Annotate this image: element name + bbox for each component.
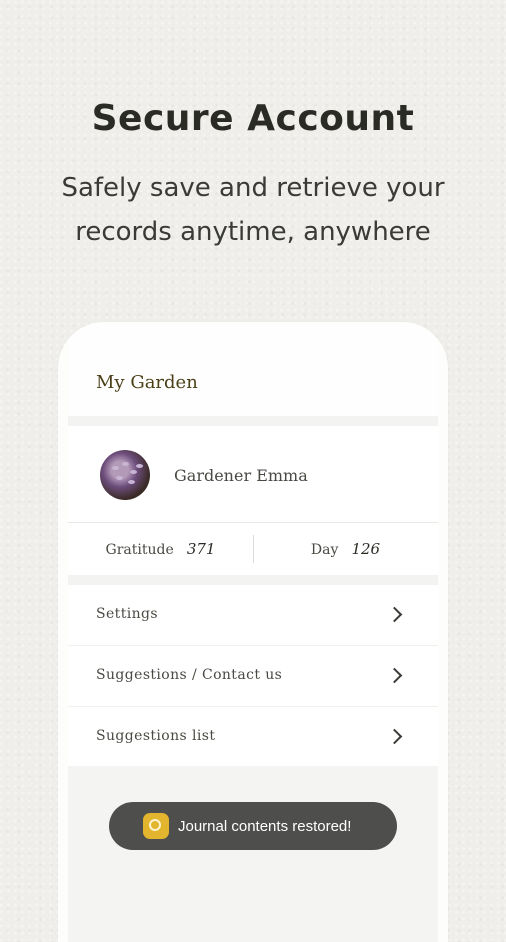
hero-subtitle: Safely save and retrieve your records an… [0,166,506,254]
menu-item-label: Suggestions list [96,728,216,744]
hero-title: Secure Account [91,98,415,139]
menu-item-settings[interactable]: Settings [68,585,438,646]
settings-menu: Settings Suggestions / Contact us Sugges… [68,585,438,768]
section-divider [68,575,438,585]
toast-notification: Journal contents restored! [109,802,397,850]
page-title: My Garden [96,372,198,393]
menu-item-suggestions-list[interactable]: Suggestions list [68,707,438,768]
chevron-right-icon [386,728,403,745]
gratitude-stat: Gratitude 371 [68,523,253,575]
hero-subtitle-line-2: records anytime, anywhere [75,217,431,247]
section-divider [68,416,438,426]
chevron-right-icon [386,606,403,623]
day-value: 126 [351,540,381,558]
menu-item-contact-us[interactable]: Suggestions / Contact us [68,646,438,707]
screen-bottom-area [68,766,438,942]
day-stat: Day 126 [253,523,438,575]
stats-bar: Gratitude 371 Day 126 [68,522,438,575]
menu-item-label: Suggestions / Contact us [96,667,283,683]
gratitude-label: Gratitude [105,542,174,558]
gratitude-value: 371 [186,540,216,558]
avatar[interactable] [100,450,150,500]
flower-icon [143,813,169,839]
hero-subtitle-line-1: Safely save and retrieve your [61,173,445,203]
profile-name: Gardener Emma [174,466,308,485]
app-header: My Garden [68,322,438,416]
toast-message: Journal contents restored! [178,817,352,835]
menu-item-label: Settings [96,606,158,622]
chevron-right-icon [386,667,403,684]
profile-card[interactable]: Gardener Emma [68,426,438,522]
day-label: Day [310,542,339,558]
